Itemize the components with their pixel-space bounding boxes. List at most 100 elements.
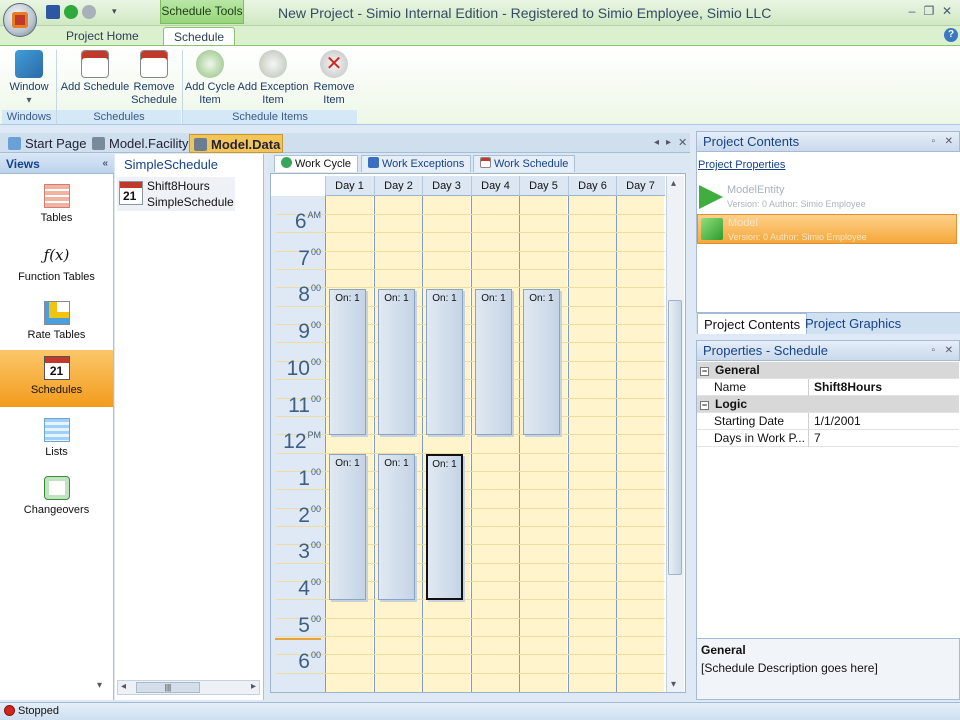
hour-suffix: 00 [310,650,321,660]
work-period-block[interactable]: On: 1 [523,289,560,435]
property-row-starting-date[interactable]: Starting Date 1/1/2001 [697,413,959,430]
tab-schedule[interactable]: Schedule [163,27,236,46]
maximize-button[interactable]: ❐ [921,4,937,18]
hour-suffix: 00 [310,357,321,367]
add-schedule-button[interactable]: Add Schedule [60,50,130,94]
group-label-windows: Windows [2,110,56,124]
day-header[interactable]: Day 1 [325,176,373,196]
views-item-schedules[interactable]: 21 Schedules [0,350,113,407]
tab-work-schedule-label: Work Schedule [494,158,569,170]
property-value[interactable]: Shift8Hours [814,379,882,396]
stop-icon[interactable] [82,5,96,19]
collapse-toggle-icon[interactable]: − [700,367,709,376]
remove-item-icon: ✕ [320,50,348,78]
category-label: Logic [715,397,747,411]
views-item-rate-tables[interactable]: Rate Tables [0,295,113,353]
entity-version: Version: 0 Author: Simio Employee [728,232,867,242]
data-icon [194,138,207,151]
application-menu-button[interactable] [3,3,37,37]
tab-work-schedule[interactable]: Work Schedule [473,155,576,172]
tab-project-contents[interactable]: Project Contents [697,313,808,334]
tab-project-home[interactable]: Project Home [56,27,149,46]
run-icon[interactable] [64,5,78,19]
close-panel-icon[interactable]: ✕ [945,132,953,152]
views-item-function-tables[interactable]: ƒ(x) Function Tables [0,237,113,295]
window-label: Window [9,81,49,93]
work-period-block[interactable]: On: 1 [475,289,512,435]
project-properties-link[interactable]: Project Properties [698,159,785,171]
collapse-icon[interactable]: « [102,154,108,174]
day-header[interactable]: Day 6 [568,176,616,196]
hour-label: 600 [298,650,321,673]
close-panel-icon[interactable]: ✕ [945,341,953,361]
views-item-label: Changeovers [23,504,90,516]
add-cycle-item-button[interactable]: Add Cycle Item [184,50,236,107]
tab-model-data[interactable]: Model.Data [189,134,283,153]
day-header[interactable]: Day 3 [422,176,470,196]
views-item-changeovers[interactable]: Changeovers [0,470,113,528]
grid-line [276,251,665,252]
tab-scroll-right-icon[interactable]: ▸ [666,137,671,148]
work-period-block[interactable]: On: 1 [426,454,463,600]
views-item-lists[interactable]: Lists [0,412,113,470]
horizontal-scrollbar[interactable]: ◂ ||| ▸ [117,680,260,695]
add-exception-label-2: Item [262,94,284,106]
property-value[interactable]: 1/1/2001 [814,413,861,430]
customize-toolbar-icon[interactable]: ▾ [112,6,117,17]
tab-work-cycle[interactable]: Work Cycle [274,155,359,172]
day-header[interactable]: Day 7 [616,176,664,196]
day-header[interactable]: Day 5 [519,176,567,196]
property-category-general[interactable]: − General [697,362,959,379]
tab-project-graphics[interactable]: Project Graphics [799,313,907,334]
list-icon [43,418,70,442]
property-value[interactable]: 7 [814,430,821,447]
property-category-logic[interactable]: − Logic [697,396,959,413]
work-period-block[interactable]: On: 1 [378,289,415,435]
project-contents-title: Project Contents [703,134,800,149]
properties-title: Properties - Schedule [703,343,829,358]
vertical-scrollbar-thumb[interactable] [668,300,682,575]
entity-name: Model [728,217,758,229]
start-page-icon [8,137,21,150]
work-period-block[interactable]: On: 1 [426,289,463,435]
save-icon[interactable] [46,5,60,19]
entity-name: ModelEntity [727,184,785,196]
hour-suffix: 00 [310,577,321,587]
float-icon[interactable]: ▫ [931,341,935,361]
remove-schedule-button[interactable]: Remove Schedule [130,50,178,107]
close-button[interactable]: ✕ [939,4,955,18]
property-row-name[interactable]: Name Shift8Hours [697,379,959,396]
group-label-schedules: Schedules [57,110,181,124]
work-period-block[interactable]: On: 1 [329,454,366,600]
window-button[interactable]: Window ▾ [6,50,52,107]
close-doc-icon[interactable]: ✕ [678,136,687,149]
tab-work-exceptions[interactable]: Work Exceptions [361,155,472,172]
help-icon[interactable]: ? [944,28,958,42]
entity-model-entity[interactable]: ModelEntity Version: 0 Author: Simio Empl… [697,182,957,212]
tab-model-data-label: Model.Data [211,137,281,152]
minimize-button[interactable]: – [904,4,920,18]
work-period-block[interactable]: On: 1 [329,289,366,435]
remove-schedule-icon [140,50,168,78]
add-exception-item-button[interactable]: Add Exception Item [237,50,309,107]
tab-model-facility[interactable]: Model.Facility [88,134,188,153]
window-title: New Project - Simio Internal Edition - R… [278,5,772,21]
tab-scroll-left-icon[interactable]: ◂ [654,137,659,148]
day-header[interactable]: Day 2 [374,176,422,196]
grid-line [276,269,665,270]
views-expand-icon[interactable]: ▾ [97,680,102,691]
grid-line [276,636,665,637]
entity-model[interactable]: Model Version: 0 Author: Simio Employee [697,214,957,244]
views-item-tables[interactable]: Tables [0,178,113,236]
day-header[interactable]: Day 4 [471,176,519,196]
hour-label: 200 [298,504,321,527]
property-row-days-in-work-period[interactable]: Days in Work P... 7 [697,430,959,447]
tab-start-page[interactable]: Start Page [4,134,86,153]
views-item-label: Tables [40,212,73,224]
work-period-block[interactable]: On: 1 [378,454,415,600]
grid-line [276,287,665,288]
collapse-toggle-icon[interactable]: − [700,401,709,410]
remove-item-button[interactable]: ✕ Remove Item [312,50,356,107]
views-title: Views [6,157,40,171]
float-icon[interactable]: ▫ [931,132,935,152]
